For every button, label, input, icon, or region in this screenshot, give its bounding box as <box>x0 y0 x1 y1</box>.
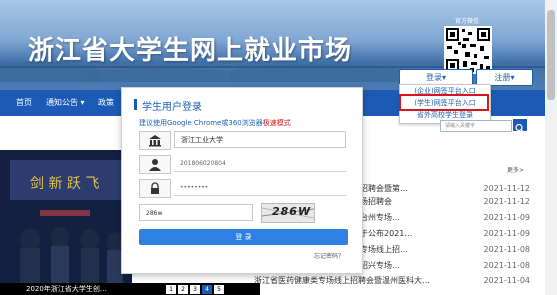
pager-dot-active[interactable]: 4 <box>202 285 212 294</box>
nav-item-home[interactable]: 首页 <box>16 90 32 116</box>
highlight-box <box>399 94 489 111</box>
modal-title: 学生用户登录 <box>142 102 202 113</box>
password-field[interactable]: •••••••• <box>174 179 346 196</box>
pager-dot[interactable]: 5 <box>214 285 224 294</box>
forgot-password-link[interactable]: 忘记密码？ <box>314 251 344 260</box>
news-item[interactable]: 关于公布2021… 2021-11-09 <box>352 227 542 241</box>
news-date: 2021-11-12 <box>483 197 531 206</box>
nav-item-notices-label: 通知公告 <box>46 98 78 107</box>
chevron-down-icon: ▾ <box>80 98 85 107</box>
nav-item-notices[interactable]: 通知公告 ▾ <box>46 90 85 116</box>
captcha-image[interactable]: 286W <box>261 203 315 223</box>
school-icon-box <box>139 131 171 150</box>
news-date: 2021-11-04 <box>483 276 531 285</box>
news-photo[interactable]: 剑 新 跃 飞 <box>0 150 132 295</box>
site-title[interactable]: 浙江省大学生网上就业市场 <box>28 30 352 67</box>
event-photo-image: 剑 新 跃 飞 <box>0 150 132 295</box>
svg-text:剑 新 跃 飞: 剑 新 跃 飞 <box>30 176 99 192</box>
register-label: 注册 <box>494 73 511 82</box>
lock-icon <box>151 182 159 194</box>
chevron-down-icon: ▾ <box>510 73 515 82</box>
title-accent-bar <box>134 99 137 110</box>
captcha-text: 286W <box>272 205 312 218</box>
news-date: 2021-11-09 <box>483 213 531 222</box>
user-icon <box>149 159 161 171</box>
student-login-modal: 学生用户登录 建议使用Google Chrome或360浏览器极速模式 浙江工业… <box>121 87 363 274</box>
news-item[interactable]: 专场招聘会 2021-11-12 <box>352 195 542 209</box>
lock-icon-box <box>139 179 171 198</box>
banner-hill <box>80 68 240 82</box>
pager-dot[interactable]: 3 <box>190 285 200 294</box>
more-link[interactable]: 更多> <box>507 165 524 174</box>
search-icon <box>515 123 524 133</box>
news-item[interactable]: 类专场线上招… 2021-11-08 <box>352 243 542 257</box>
login-submit-button[interactable]: 登 录 <box>139 229 348 245</box>
news-item[interactable]: 浙江省医药健康类专场线上招聘会暨温州医科大… 2021-11-04 <box>254 274 542 288</box>
chevron-down-icon: ▾ <box>441 73 446 82</box>
scrollbar-thumb[interactable] <box>547 10 555 100</box>
qr-code-image <box>446 28 490 72</box>
news-title: 浙江省医药健康类专场线上招聘会暨温州医科大… <box>254 276 430 285</box>
pager-dot[interactable]: 2 <box>178 285 188 294</box>
news-date: 2021-11-09 <box>483 229 531 238</box>
account-field[interactable]: 201806020804 <box>174 155 346 172</box>
news-date: 2021-11-12 <box>483 184 531 193</box>
qr-label: 官方微信 <box>455 18 480 25</box>
browser-hint-mode: 极速模式 <box>262 119 291 127</box>
photo-caption[interactable]: 2020年浙江省大学生创… <box>26 283 107 295</box>
news-item[interactable]: 生台州专场… 2021-11-09 <box>352 211 542 225</box>
qr-code <box>444 26 492 74</box>
search-input[interactable]: 请输入关键字 <box>440 120 512 132</box>
browser-hint-text: 建议使用Google Chrome或360浏览器 <box>139 119 263 127</box>
nav-item-policy[interactable]: 政策 <box>98 90 114 116</box>
login-label: 登录 <box>425 73 442 82</box>
news-item[interactable]: 会绍兴专场… 2021-11-08 <box>352 259 542 273</box>
captcha-input[interactable]: 286w <box>139 204 253 221</box>
pager-dot[interactable]: 1 <box>166 285 176 294</box>
news-item[interactable]: 场招聘会暨第… 2021-11-12 <box>352 182 542 196</box>
search-button[interactable] <box>513 119 527 133</box>
school-field[interactable]: 浙江工业大学 <box>174 131 346 148</box>
user-icon-box <box>139 155 171 174</box>
news-date: 2021-11-08 <box>483 245 531 254</box>
news-date: 2021-11-08 <box>483 261 531 270</box>
school-icon <box>149 135 161 147</box>
browser-hint: 建议使用Google Chrome或360浏览器极速模式 <box>139 118 291 128</box>
